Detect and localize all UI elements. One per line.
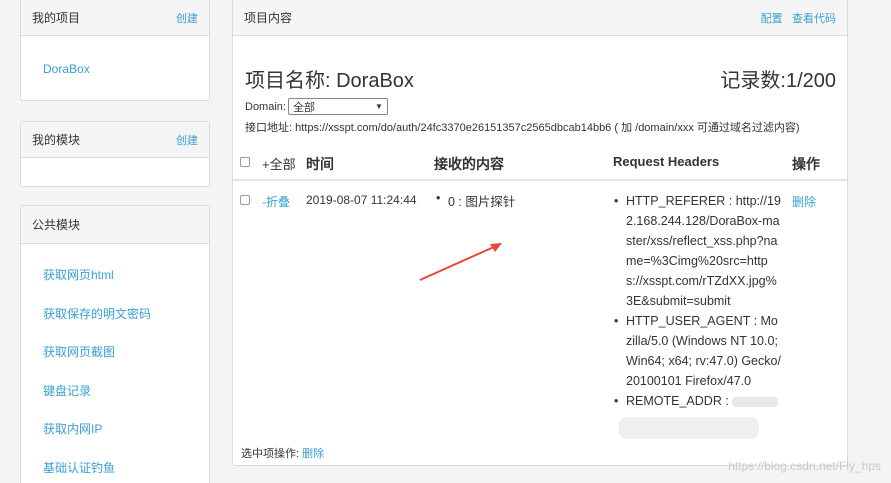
public-modules-list: 获取网页html 获取保存的明文密码 获取网页截图 键盘记录 获取内网IP 基础… — [21, 244, 209, 483]
my-modules-header: 我的模块 创建 — [21, 122, 209, 158]
module-basic-auth-phishing[interactable]: 基础认证钓鱼 — [43, 461, 115, 475]
redacted-blur — [732, 396, 779, 407]
domain-select-value: 全部 — [292, 101, 315, 114]
config-link[interactable]: 配置 — [761, 13, 783, 25]
module-get-screenshot[interactable]: 获取网页截图 — [43, 345, 115, 359]
annotation-arrow-icon — [419, 243, 502, 281]
module-get-intranet-ip[interactable]: 获取内网IP — [43, 422, 102, 436]
col-action-header: 操作 — [792, 156, 820, 172]
row-time: 2019-08-07 11:24:44 — [306, 193, 417, 207]
record-count: 记录数:1/200 — [720, 70, 836, 92]
public-modules-header: 公共模块 — [21, 206, 209, 244]
row-checkbox[interactable] — [240, 195, 250, 205]
view-code-link[interactable]: 查看代码 — [792, 13, 836, 25]
select-all-checkbox[interactable] — [240, 157, 250, 167]
watermark: https://blog.csdn.net/Fly_hps — [728, 459, 881, 473]
project-name: 项目名称: DoraBox — [245, 70, 414, 92]
module-get-saved-password[interactable]: 获取保存的明文密码 — [43, 307, 151, 321]
chevron-down-icon: ▼ — [375, 102, 383, 111]
api-address: 接口地址: https://xsspt.com/do/auth/24fc3370… — [245, 122, 800, 134]
bulk-actions-label: 选中项操作: — [241, 448, 300, 460]
collapse-row-link[interactable]: -折叠 — [262, 193, 290, 210]
public-modules-panel: 公共模块 获取网页html 获取保存的明文密码 获取网页截图 键盘记录 获取内网… — [20, 205, 210, 483]
public-modules-title: 公共模块 — [32, 218, 81, 232]
header-user-agent: HTTP_USER_AGENT : Mozilla/5.0 (Windows N… — [612, 311, 782, 391]
domain-label: Domain: — [245, 100, 286, 113]
col-headers-header: Request Headers — [613, 154, 720, 169]
my-projects-header: 我的项目 创建 — [21, 0, 209, 36]
domain-select[interactable]: 全部 ▼ — [287, 98, 388, 115]
module-get-html[interactable]: 获取网页html — [43, 268, 114, 282]
header-remote-addr-label: REMOTE_ADDR : — [626, 394, 729, 408]
col-content-header: 接收的内容 — [434, 156, 504, 172]
create-project-link[interactable]: 创建 — [176, 10, 198, 26]
project-item-dorabox[interactable]: DoraBox — [43, 62, 90, 76]
project-content-header: 项目内容 配置 查看代码 — [233, 0, 847, 36]
my-projects-panel: 我的项目 创建 DoraBox — [20, 0, 210, 101]
row-headers-list: HTTP_REFERER : http://192.168.244.128/Do… — [612, 191, 782, 411]
row-content: 0 : 图片探针 — [436, 191, 515, 210]
create-module-link[interactable]: 创建 — [176, 132, 198, 148]
my-projects-title: 我的项目 — [32, 11, 81, 25]
project-content-panel: 项目内容 配置 查看代码 项目名称: DoraBox 记录数:1/200 Dom… — [232, 0, 848, 466]
bulk-delete-link[interactable]: 删除 — [302, 448, 324, 460]
bulk-actions: 选中项操作: 删除 — [241, 445, 324, 461]
table-header: +全部 时间 接收的内容 Request Headers 操作 — [233, 143, 847, 181]
my-modules-panel: 我的模块 创建 — [20, 121, 210, 187]
delete-row-link[interactable]: 删除 — [792, 193, 816, 210]
my-modules-title: 我的模块 — [32, 133, 81, 147]
header-http-referer: HTTP_REFERER : http://192.168.244.128/Do… — [612, 191, 782, 311]
header-remote-addr: REMOTE_ADDR : — [612, 391, 782, 411]
redacted-blur-area — [619, 417, 759, 439]
col-time-header: 时间 — [306, 156, 334, 172]
table-row: -折叠 2019-08-07 11:24:44 0 : 图片探针 HTTP_RE… — [233, 183, 847, 439]
project-content-title: 项目内容 — [244, 11, 293, 25]
module-keylogger[interactable]: 键盘记录 — [43, 384, 91, 398]
expand-all-link[interactable]: +全部 — [262, 154, 296, 173]
